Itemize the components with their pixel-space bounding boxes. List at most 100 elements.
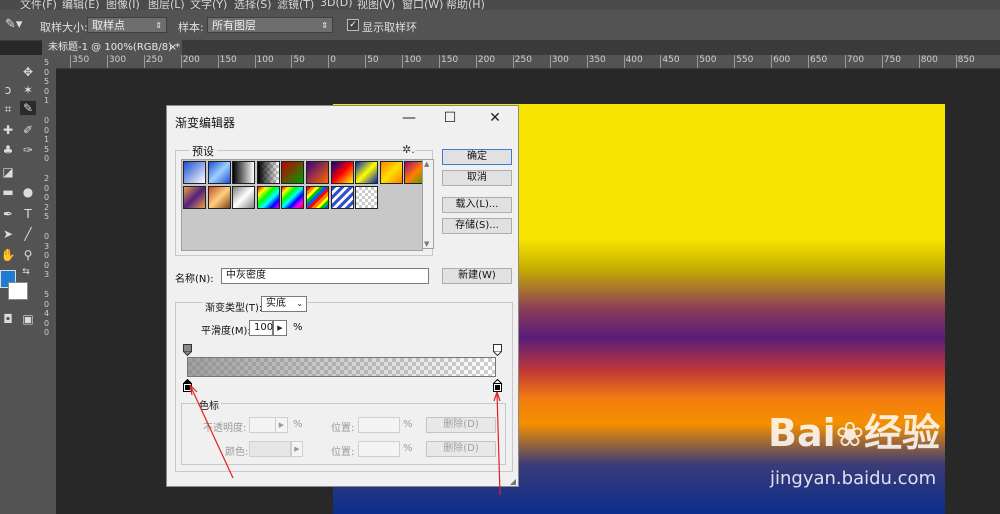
sample-select[interactable]: 所有图层 ⇕: [207, 17, 333, 33]
ruler-tick-label: 800: [920, 55, 938, 65]
location-input-1[interactable]: [358, 417, 400, 433]
gradient-tool-icon[interactable]: ▬: [0, 185, 16, 199]
document-tab[interactable]: 未标题-1 @ 100%(RGB/8) * ×: [42, 40, 182, 55]
menu-layer[interactable]: 图层(L): [148, 0, 185, 10]
stamp-tool-icon[interactable]: ♣: [0, 143, 16, 157]
preset-swatch[interactable]: [281, 185, 305, 209]
save-button[interactable]: 存储(S)...: [442, 218, 512, 234]
eyedropper-icon[interactable]: ✎▾: [5, 17, 22, 32]
vruler-tick-label: 5: [44, 58, 50, 67]
menu-filter[interactable]: 滤镜(T): [277, 0, 314, 10]
ok-button[interactable]: 确定: [442, 149, 512, 165]
sample-size-select[interactable]: 取样点 ⇕: [87, 17, 167, 33]
menu-window[interactable]: 窗口(W): [402, 0, 443, 10]
color-swatch-input[interactable]: [249, 441, 291, 457]
background-color-swatch[interactable]: [8, 282, 28, 300]
menu-help[interactable]: 帮助(H): [446, 0, 485, 10]
preset-swatch[interactable]: [232, 161, 256, 184]
preset-swatch[interactable]: [232, 185, 256, 209]
preset-swatch[interactable]: [207, 161, 231, 184]
preset-swatch[interactable]: [330, 161, 354, 184]
show-ring-checkbox[interactable]: ✓: [347, 19, 359, 31]
ruler-tick-label: 700: [846, 55, 865, 65]
ruler-tick: [844, 55, 846, 68]
preset-swatch[interactable]: [183, 185, 206, 209]
menu-view[interactable]: 视图(V): [357, 0, 395, 10]
gear-icon[interactable]: ✲.: [402, 143, 415, 156]
cancel-button[interactable]: 取消: [442, 170, 512, 186]
lasso-tool-icon[interactable]: ↄ: [0, 83, 16, 97]
preset-swatch[interactable]: [207, 185, 231, 209]
paw-icon: ❀: [835, 415, 865, 455]
path-select-icon[interactable]: ➤: [0, 227, 16, 241]
chevron-down-icon: ⌄: [296, 299, 303, 308]
hand-tool-icon[interactable]: ✋: [0, 248, 16, 262]
vruler-tick-label: 0: [44, 125, 50, 135]
quick-mask-icon[interactable]: ◘: [0, 312, 16, 326]
ruler-tick: [475, 55, 477, 68]
new-button[interactable]: 新建(W): [442, 268, 512, 284]
menu-file[interactable]: 文件(F): [20, 0, 57, 10]
scroll-down-icon[interactable]: ▼: [424, 240, 429, 248]
preset-swatch[interactable]: [379, 161, 403, 184]
gradient-editor-dialog: 渐变编辑器 — ☐ ✕ 预设 ✲. ▲ ▼ 确定 取消 载入(L)... 存储(…: [166, 105, 519, 487]
delete-button-2[interactable]: 删除(D): [426, 441, 496, 457]
vruler-tick-label: 5: [44, 144, 50, 154]
resize-grip-icon[interactable]: ◢: [510, 477, 516, 486]
opacity-stop-left[interactable]: [183, 344, 192, 356]
preset-swatch[interactable]: [306, 161, 329, 184]
preset-swatch[interactable]: [281, 161, 305, 184]
preset-swatch[interactable]: [256, 185, 280, 209]
ruler-tick-label: 300: [551, 55, 569, 65]
menu-edit[interactable]: 编辑(E): [62, 0, 100, 10]
line-tool-icon[interactable]: ╱: [20, 227, 36, 241]
swap-colors-icon[interactable]: ⇆: [18, 267, 34, 277]
zoom-tool-icon[interactable]: ⚲: [20, 248, 36, 262]
preset-swatch[interactable]: [306, 185, 329, 209]
opacity-stepper-icon[interactable]: ▶: [275, 417, 288, 433]
ruler-tick: [328, 55, 330, 68]
load-button[interactable]: 载入(L)...: [442, 197, 512, 213]
preset-swatch[interactable]: [355, 161, 379, 184]
opacity-stop-right[interactable]: [493, 344, 502, 356]
close-icon[interactable]: ×: [169, 40, 177, 55]
type-tool-icon[interactable]: T: [20, 207, 36, 221]
history-brush-icon[interactable]: ✑: [20, 143, 36, 157]
color-stop-left[interactable]: [183, 379, 192, 392]
gradient-type-select[interactable]: 实底 ⌄: [261, 296, 307, 312]
preset-swatch[interactable]: [183, 161, 206, 184]
opacity-input[interactable]: [249, 417, 277, 433]
presets-scrollbar[interactable]: ▲ ▼: [422, 159, 434, 249]
scroll-up-icon[interactable]: ▲: [424, 160, 429, 168]
menu-select[interactable]: 选择(S): [234, 0, 272, 10]
smoothness-stepper-icon[interactable]: ▶: [273, 320, 287, 336]
tools-panel: ✥ ↄ ✶ ⌗ ✎ ✚ ✐ ♣ ✑ ◪ ▬ ● ✒ T ➤ ╱ ✋ ⚲ ⇆ ◘ …: [0, 55, 43, 514]
brush-tool-icon[interactable]: ✐: [20, 123, 36, 137]
color-picker-arrow-icon[interactable]: ▶: [291, 441, 303, 457]
screen-mode-icon[interactable]: ▣: [20, 312, 36, 326]
vruler-tick-label: 5: [44, 290, 50, 299]
preset-swatch[interactable]: [355, 185, 379, 209]
smoothness-input[interactable]: 100: [249, 320, 273, 336]
color-stop-right[interactable]: [493, 379, 502, 392]
minimize-icon[interactable]: —: [399, 110, 419, 126]
move-tool-icon[interactable]: ✥: [20, 65, 36, 79]
blur-tool-icon[interactable]: ●: [20, 185, 36, 199]
menu-image[interactable]: 图像(I): [106, 0, 140, 10]
preset-swatch[interactable]: [330, 185, 354, 209]
eraser-tool-icon[interactable]: ◪: [0, 165, 16, 179]
magic-wand-icon[interactable]: ✶: [20, 83, 36, 97]
preset-swatch[interactable]: [256, 161, 280, 184]
maximize-icon[interactable]: ☐: [440, 110, 460, 126]
name-input[interactable]: 中灰密度: [221, 268, 429, 284]
delete-button-1[interactable]: 删除(D): [426, 417, 496, 433]
healing-brush-icon[interactable]: ✚: [0, 123, 16, 137]
pen-tool-icon[interactable]: ✒: [0, 207, 16, 221]
close-icon[interactable]: ✕: [485, 110, 505, 126]
location-input-2[interactable]: [358, 441, 400, 457]
gradient-preview-bar[interactable]: [187, 357, 496, 377]
menu-3d[interactable]: 3D(D): [320, 0, 353, 9]
crop-tool-icon[interactable]: ⌗: [0, 102, 16, 117]
eyedropper-tool-icon[interactable]: ✎: [20, 101, 36, 115]
menu-type[interactable]: 文字(Y): [190, 0, 227, 10]
